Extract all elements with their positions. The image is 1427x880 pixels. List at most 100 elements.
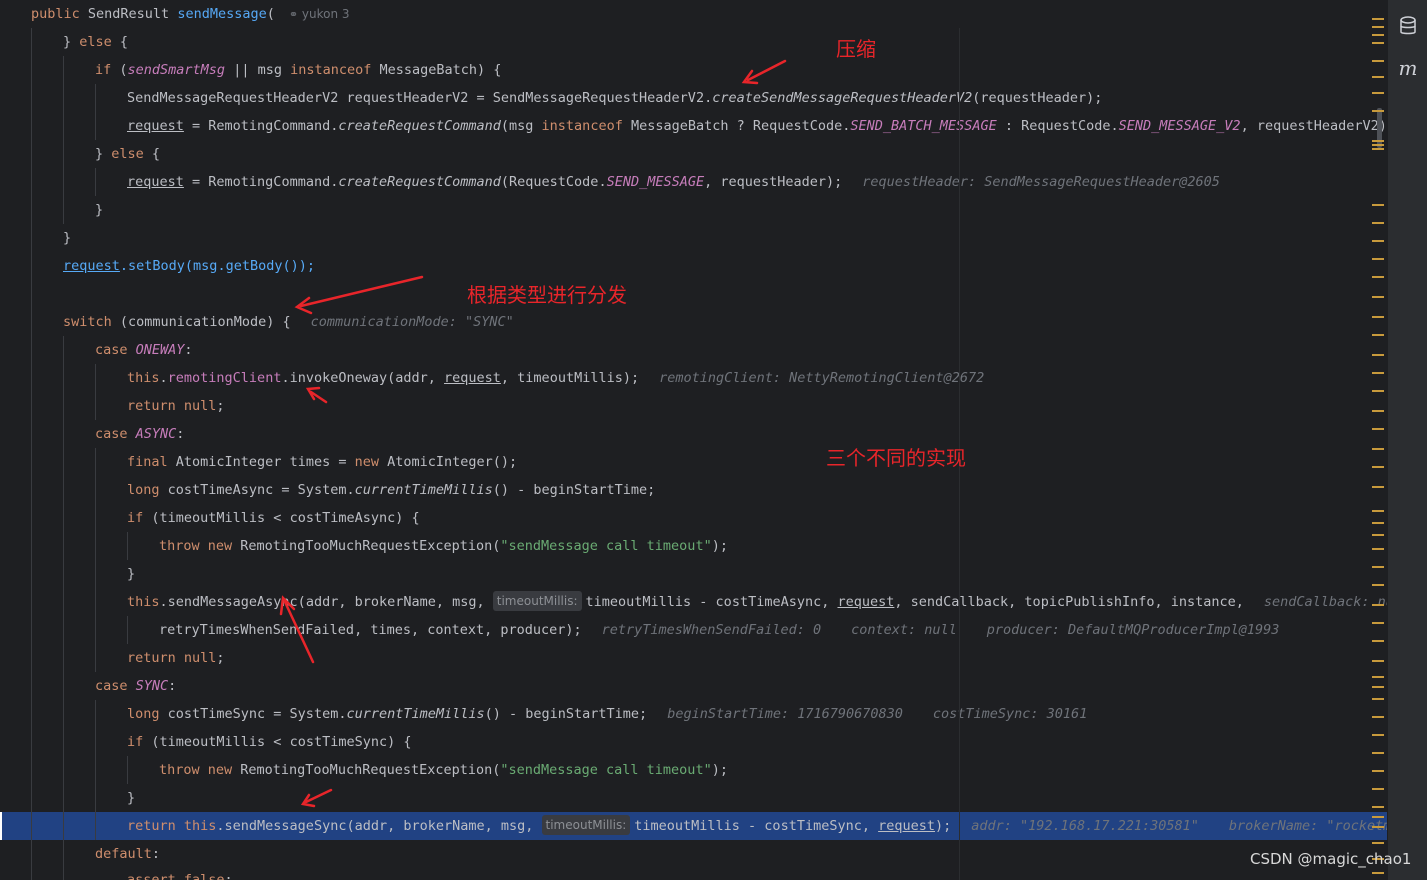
maven-icon[interactable]: m (1398, 56, 1418, 80)
warning-marker[interactable] (1372, 42, 1384, 44)
code-line-if-timeout-async[interactable]: if (timeoutMillis < costTimeAsync) { (0, 504, 1387, 532)
code-token: = RemotingCommand. (183, 174, 339, 190)
warning-marker[interactable] (1372, 258, 1384, 260)
debug-inline-value: communicationMode: "SYNC" (310, 314, 514, 330)
code-line-atomic-integer[interactable]: final AtomicInteger times = new AtomicIn… (0, 448, 1387, 476)
code-line-request-batch[interactable]: request = RemotingCommand.createRequestC… (0, 112, 1387, 140)
warning-marker[interactable] (1372, 770, 1384, 772)
scrollbar[interactable] (1370, 0, 1387, 880)
indent-guide (95, 700, 96, 840)
code-token: .setBody(msg.getBody()); (119, 258, 315, 274)
warning-marker[interactable] (1372, 872, 1384, 874)
warning-marker[interactable] (1372, 144, 1384, 146)
code-editor[interactable]: public SendResult sendMessage(⚭ yukon 3 … (0, 0, 1387, 880)
warning-marker[interactable] (1372, 806, 1384, 808)
code-line-method-signature[interactable]: public SendResult sendMessage(⚭ yukon 3 (0, 0, 1387, 28)
code-line-create-header-v2[interactable]: SendMessageRequestHeaderV2 requestHeader… (0, 84, 1387, 112)
code-line-cost-time-async[interactable]: long costTimeAsync = System.currentTimeM… (0, 476, 1387, 504)
warning-marker[interactable] (1372, 110, 1384, 112)
warning-marker[interactable] (1372, 676, 1384, 678)
warning-marker[interactable] (1372, 752, 1384, 754)
code-line-close-brace[interactable]: } (0, 224, 1387, 252)
warning-marker[interactable] (1372, 316, 1384, 318)
code-line-return-null[interactable]: return null; (0, 644, 1387, 672)
warning-marker[interactable] (1372, 842, 1384, 844)
warning-marker[interactable] (1372, 686, 1384, 688)
code-line-blank[interactable] (0, 280, 1387, 308)
warning-marker[interactable] (1372, 698, 1384, 700)
code-token: } (63, 34, 80, 50)
code-line-if-timeout-sync[interactable]: if (timeoutMillis < costTimeSync) { (0, 728, 1387, 756)
code-line-case-sync[interactable]: case SYNC: (0, 672, 1387, 700)
code-line-request-send-message[interactable]: request = RemotingCommand.createRequestC… (0, 168, 1387, 196)
code-line-if-smart-msg[interactable]: if (sendSmartMsg || msg instanceof Messa… (0, 56, 1387, 84)
warning-marker[interactable] (1372, 826, 1384, 828)
warning-marker[interactable] (1372, 60, 1384, 62)
indent-guide (31, 28, 32, 880)
warning-marker[interactable] (1372, 604, 1384, 606)
warning-marker[interactable] (1372, 510, 1384, 512)
warning-marker[interactable] (1372, 734, 1384, 736)
code-line-cost-time-sync[interactable]: long costTimeSync = System.currentTimeMi… (0, 700, 1387, 728)
warning-marker[interactable] (1372, 788, 1384, 790)
code-line-current-execution[interactable]: return this.sendMessageSync(addr, broker… (0, 812, 1387, 840)
scrollbar-thumb[interactable] (1377, 108, 1382, 148)
warning-marker[interactable] (1372, 548, 1384, 550)
code-token: createRequestCommand (338, 174, 501, 190)
warning-marker[interactable] (1372, 148, 1384, 150)
warning-marker[interactable] (1372, 276, 1384, 278)
warning-marker[interactable] (1372, 26, 1384, 28)
database-icon[interactable] (1398, 16, 1418, 40)
code-line-throw-timeout[interactable]: throw new RemotingTooMuchRequestExceptio… (0, 756, 1387, 784)
warning-marker[interactable] (1372, 140, 1384, 142)
code-line-else[interactable]: } else { (0, 28, 1387, 56)
code-token: , timeoutMillis); (500, 370, 640, 386)
code-line-else[interactable]: } else { (0, 140, 1387, 168)
warning-marker[interactable] (1372, 76, 1384, 78)
warning-marker[interactable] (1372, 204, 1384, 206)
warning-marker[interactable] (1372, 296, 1384, 298)
open-paren: ( (266, 6, 275, 22)
code-token: this (127, 594, 160, 610)
warning-marker[interactable] (1372, 240, 1384, 242)
code-line-close-brace[interactable]: } (0, 560, 1387, 588)
warning-marker[interactable] (1372, 466, 1384, 468)
warning-marker[interactable] (1372, 566, 1384, 568)
warning-marker[interactable] (1372, 486, 1384, 488)
warning-marker[interactable] (1372, 660, 1384, 662)
warning-marker[interactable] (1372, 390, 1384, 392)
code-line-throw-timeout[interactable]: throw new RemotingTooMuchRequestExceptio… (0, 532, 1387, 560)
code-line-send-message-async[interactable]: this.sendMessageAsync(addr, brokerName, … (0, 588, 1387, 616)
warning-marker[interactable] (1372, 372, 1384, 374)
warning-marker[interactable] (1372, 584, 1384, 586)
warning-marker[interactable] (1372, 816, 1384, 818)
code-line-set-body[interactable]: request.setBody(msg.getBody()); (0, 252, 1387, 280)
code-line-case-async[interactable]: case ASYNC: (0, 420, 1387, 448)
warning-marker[interactable] (1372, 18, 1384, 20)
code-line-invoke-oneway[interactable]: this.remotingClient.invokeOneway(addr, r… (0, 364, 1387, 392)
code-line-async-args[interactable]: retryTimesWhenSendFailed, times, context… (0, 616, 1387, 644)
code-line-case-oneway[interactable]: case ONEWAY: (0, 336, 1387, 364)
warning-marker[interactable] (1372, 334, 1384, 336)
warning-marker[interactable] (1372, 448, 1384, 450)
code-line-return-null[interactable]: return null; (0, 392, 1387, 420)
warning-marker[interactable] (1372, 222, 1384, 224)
code-token: .invokeOneway(addr, (281, 370, 445, 386)
warning-marker[interactable] (1372, 410, 1384, 412)
warning-marker[interactable] (1372, 716, 1384, 718)
warning-marker[interactable] (1372, 428, 1384, 430)
warning-marker[interactable] (1372, 534, 1384, 536)
warning-marker[interactable] (1372, 622, 1384, 624)
warning-marker[interactable] (1372, 354, 1384, 356)
code-line-switch[interactable]: switch (communicationMode) {communicatio… (0, 308, 1387, 336)
code-line-close-brace[interactable]: } (0, 784, 1387, 812)
code-token: instanceof (290, 62, 372, 78)
code-line-close-brace[interactable]: } (0, 196, 1387, 224)
warning-marker[interactable] (1372, 34, 1384, 36)
code-line-assert[interactable]: assert false; (0, 866, 1387, 880)
code-author-hint[interactable]: ⚭ yukon 3 (289, 7, 350, 21)
warning-marker[interactable] (1372, 92, 1384, 94)
warning-marker[interactable] (1372, 640, 1384, 642)
warning-marker[interactable] (1372, 522, 1384, 524)
code-line-default[interactable]: default: (0, 840, 1387, 868)
